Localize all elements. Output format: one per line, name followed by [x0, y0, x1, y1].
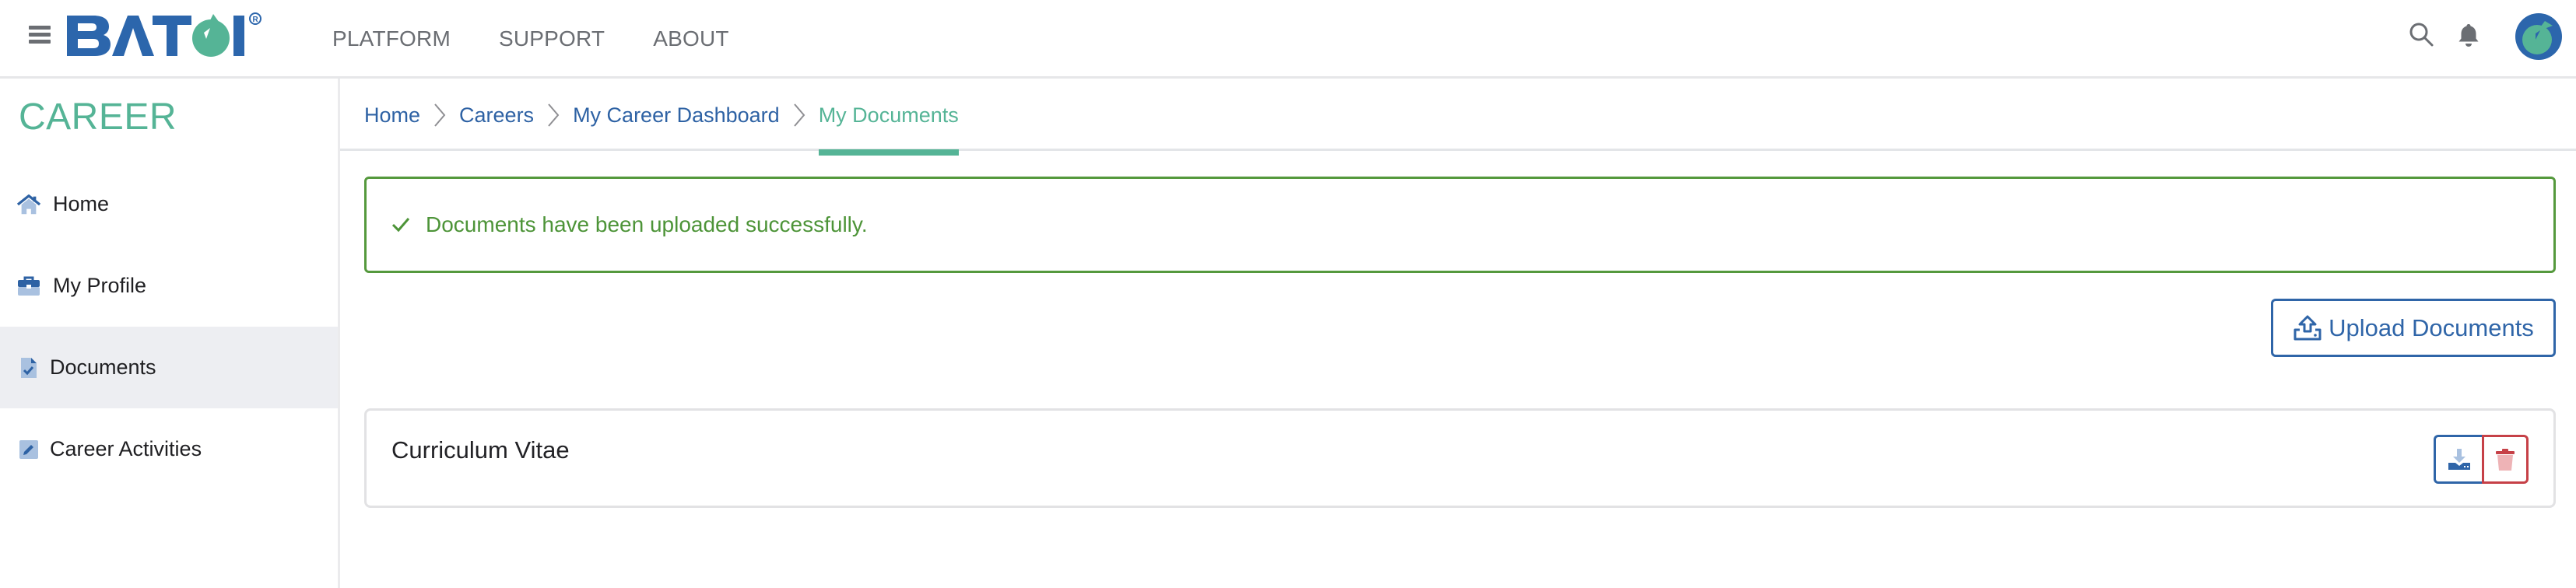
sidebar-item-career-activities[interactable]: Career Activities	[0, 408, 338, 490]
bell-icon[interactable]	[2455, 22, 2482, 48]
top-header: R PLATFORM SUPPORT ABOUT	[0, 0, 2576, 79]
nav-about[interactable]: ABOUT	[653, 23, 728, 54]
sidebar-item-my-profile[interactable]: My Profile	[0, 245, 338, 327]
sidebar-title: CAREER	[19, 96, 177, 138]
chevron-right-icon	[793, 103, 805, 127]
upload-documents-button[interactable]: Upload Documents	[2271, 299, 2556, 357]
hamburger-menu-icon[interactable]	[29, 26, 51, 44]
sidebar-item-label: My Profile	[53, 274, 147, 297]
avatar-logo-icon	[2522, 21, 2553, 54]
user-avatar[interactable]	[2515, 13, 2562, 60]
chevron-right-icon	[548, 103, 560, 127]
trash-icon	[2496, 448, 2515, 471]
breadcrumb-careers[interactable]: Careers	[459, 103, 534, 128]
document-name: Curriculum Vitae	[391, 436, 570, 464]
sidebar-item-label: Documents	[50, 355, 156, 379]
breadcrumb-my-career-dashboard[interactable]: My Career Dashboard	[573, 103, 780, 128]
batoi-logo[interactable]: R	[65, 11, 283, 59]
breadcrumb: Home Careers My Career Dashboard My Docu…	[340, 79, 2576, 156]
briefcase-icon	[17, 275, 40, 297]
document-list-item: Curriculum Vitae	[364, 408, 2556, 508]
check-icon	[391, 218, 410, 233]
sidebar-item-documents[interactable]: Documents	[0, 327, 338, 408]
sidebar: CAREER Home My Profile Documents Career …	[0, 79, 340, 588]
alert-message: Documents have been uploaded successfull…	[426, 212, 868, 236]
pencil-icon	[17, 439, 40, 460]
nav-support[interactable]: SUPPORT	[499, 23, 605, 54]
search-icon[interactable]	[2408, 21, 2434, 47]
breadcrumb-home[interactable]: Home	[364, 103, 420, 128]
chevron-right-icon	[434, 103, 446, 127]
download-button[interactable]	[2434, 435, 2482, 484]
home-icon	[17, 194, 40, 215]
sidebar-item-label: Home	[53, 192, 110, 215]
document-actions	[2434, 435, 2529, 484]
download-icon	[2448, 448, 2470, 470]
upload-icon	[2293, 315, 2322, 340]
sidebar-item-label: Career Activities	[50, 437, 202, 460]
delete-button[interactable]	[2482, 435, 2529, 484]
sidebar-item-home[interactable]: Home	[0, 163, 338, 245]
document-check-icon	[17, 357, 40, 379]
svg-text:R: R	[253, 16, 259, 24]
upload-documents-label: Upload Documents	[2329, 313, 2534, 341]
breadcrumb-my-documents: My Documents	[818, 103, 959, 156]
main-nav: PLATFORM SUPPORT ABOUT	[332, 23, 777, 54]
success-alert: Documents have been uploaded successfull…	[364, 177, 2556, 273]
nav-platform[interactable]: PLATFORM	[332, 23, 451, 54]
